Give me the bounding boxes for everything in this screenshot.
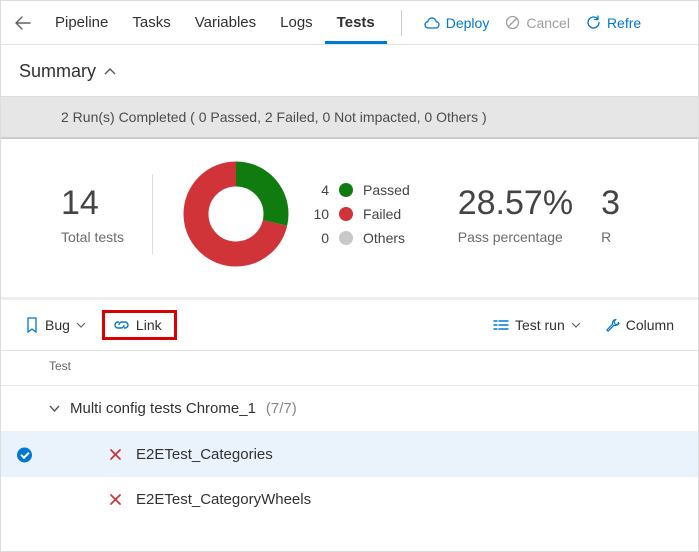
stats-divider (152, 174, 153, 254)
chevron-down-icon (49, 405, 60, 412)
cancel-label: Cancel (526, 15, 570, 31)
total-tests-label: Total tests (61, 229, 124, 245)
summary-title: Summary (19, 61, 96, 82)
pass-percentage-value: 28.57% (458, 184, 573, 223)
test-name: E2ETest_Categories (136, 446, 273, 463)
link-button[interactable]: Link (109, 315, 166, 335)
pass-percentage-label: Pass percentage (458, 229, 573, 245)
donut-block: 4 Passed 10 Failed 0 Others (181, 159, 410, 269)
test-run-label: Test run (515, 317, 565, 333)
dot-icon (339, 183, 353, 197)
cancel-button: Cancel (497, 15, 578, 31)
wrench-icon (605, 318, 620, 333)
refresh-button[interactable]: Refre (578, 15, 649, 31)
test-column-header: Test (1, 351, 698, 386)
cutoff-stat-block: 3 R (601, 184, 620, 245)
cutoff-value: 3 (601, 184, 620, 223)
legend-others-label: Others (363, 230, 405, 246)
legend-passed: 4 Passed (307, 182, 410, 198)
tab-variables[interactable]: Variables (183, 1, 268, 44)
pass-percentage-block: 28.57% Pass percentage (458, 184, 573, 245)
link-label: Link (136, 317, 162, 333)
test-run-button[interactable]: Test run (485, 313, 589, 337)
total-tests-block: 14 Total tests (61, 184, 124, 245)
topbar: Pipeline Tasks Variables Logs Tests Depl… (1, 1, 698, 45)
chart-legend: 4 Passed 10 Failed 0 Others (307, 182, 410, 246)
results-toolbar: Bug Link Test run Column (1, 300, 698, 351)
dot-icon (339, 231, 353, 245)
legend-others: 0 Others (307, 230, 410, 246)
tabs-row: Pipeline Tasks Variables Logs Tests (43, 1, 387, 44)
legend-failed: 10 Failed (307, 206, 410, 222)
legend-failed-label: Failed (363, 206, 401, 222)
summary-header[interactable]: Summary (1, 45, 698, 96)
chevron-down-icon (571, 322, 581, 328)
fail-x-icon (109, 448, 122, 461)
topbar-divider (401, 10, 402, 36)
column-options-button[interactable]: Column (597, 313, 682, 337)
cutoff-label: R (601, 229, 620, 245)
dot-icon (339, 207, 353, 221)
test-row[interactable]: E2ETest_Categories (1, 432, 698, 477)
cancel-icon (505, 15, 520, 30)
cloud-icon (424, 17, 440, 29)
chevron-down-icon (76, 322, 86, 328)
list-icon (493, 318, 509, 332)
back-arrow-icon[interactable] (15, 16, 31, 30)
column-label: Column (626, 317, 674, 333)
link-icon (113, 319, 130, 331)
test-row[interactable]: E2ETest_CategoryWheels (1, 477, 698, 522)
tab-tests[interactable]: Tests (325, 1, 387, 44)
tab-pipeline[interactable]: Pipeline (43, 1, 120, 44)
legend-others-count: 0 (307, 230, 329, 246)
deploy-label: Deploy (446, 15, 490, 31)
test-group-row[interactable]: Multi config tests Chrome_1 (7/7) (1, 386, 698, 432)
total-tests-value: 14 (61, 184, 124, 223)
donut-chart (181, 159, 291, 269)
group-name: Multi config tests Chrome_1 (70, 400, 256, 417)
deploy-button[interactable]: Deploy (416, 15, 498, 31)
bug-label: Bug (45, 317, 70, 333)
bug-button[interactable]: Bug (17, 313, 94, 337)
stats-row: 14 Total tests 4 Passed 10 Failed 0 (1, 139, 698, 300)
tab-tasks[interactable]: Tasks (120, 1, 182, 44)
bug-icon (25, 317, 39, 333)
legend-passed-count: 4 (307, 182, 329, 198)
fail-x-icon (109, 493, 122, 506)
group-count: (7/7) (266, 400, 297, 417)
refresh-label: Refre (607, 15, 641, 31)
tab-logs[interactable]: Logs (268, 1, 325, 44)
link-button-highlight: Link (102, 310, 177, 340)
refresh-icon (586, 15, 601, 30)
legend-failed-count: 10 (307, 206, 329, 222)
chevron-up-icon (104, 68, 116, 76)
top-actions: Deploy Cancel Refre (416, 15, 649, 31)
runs-summary-bar: 2 Run(s) Completed ( 0 Passed, 2 Failed,… (1, 96, 698, 139)
legend-passed-label: Passed (363, 182, 410, 198)
test-name: E2ETest_CategoryWheels (136, 491, 311, 508)
